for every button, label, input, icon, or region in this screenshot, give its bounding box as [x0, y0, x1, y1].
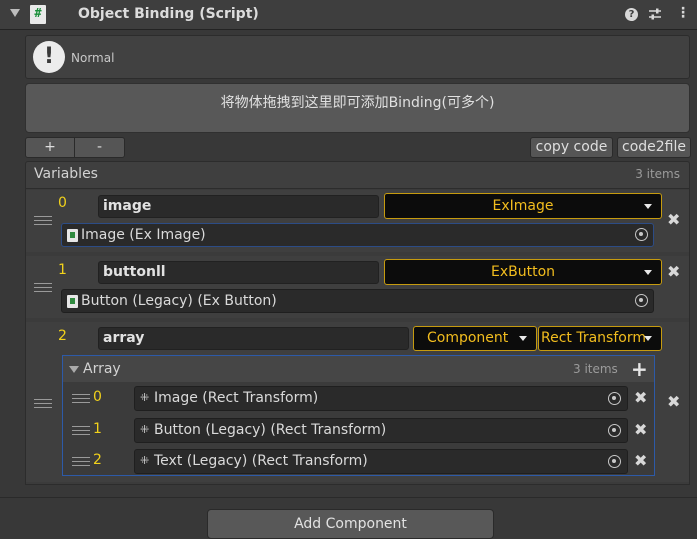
array-element-value: Button (Legacy) (Rect Transform) — [154, 422, 387, 438]
object-picker-icon[interactable] — [608, 392, 621, 405]
drag-handle-icon[interactable] — [72, 457, 90, 466]
script-asset-icon — [67, 229, 78, 242]
help-icon[interactable]: ? — [625, 8, 638, 21]
drag-handle-icon[interactable] — [72, 426, 90, 435]
remove-element-icon[interactable]: ✖ — [634, 451, 647, 470]
fold-arrow-icon[interactable] — [69, 366, 79, 373]
component-subtype-dropdown[interactable]: Rect Transform — [538, 326, 662, 351]
array-title: Array — [83, 361, 121, 377]
object-field-value: Image (Ex Image) — [81, 227, 206, 243]
drop-area[interactable]: 将物体拖拽到这里即可添加Binding(可多个) — [25, 83, 690, 133]
drag-handle-icon[interactable] — [72, 394, 90, 403]
array-element-field[interactable]: ⁜ Image (Rect Transform) — [134, 386, 628, 411]
component-header[interactable]: # Object Binding (Script) ? ⋮ — [0, 0, 697, 30]
component-type-dropdown[interactable]: Component — [413, 326, 537, 351]
add-binding-button[interactable]: + — [25, 137, 75, 158]
chevron-down-icon — [644, 204, 652, 209]
component-title: Object Binding (Script) — [78, 6, 259, 22]
item-index: 2 — [58, 328, 67, 344]
drop-area-text: 将物体拖拽到这里即可添加Binding(可多个) — [220, 95, 495, 111]
object-picker-icon[interactable] — [608, 424, 621, 437]
remove-element-icon[interactable]: ✖ — [634, 388, 647, 407]
chevron-down-icon — [519, 336, 527, 341]
array-element-field[interactable]: ⁜ Button (Legacy) (Rect Transform) — [134, 418, 628, 443]
rect-transform-icon: ⁜ — [140, 454, 150, 467]
object-picker-icon[interactable] — [608, 455, 621, 468]
variable-name-field[interactable]: image — [98, 195, 379, 218]
variables-header: Variables 3 items — [25, 161, 690, 188]
component-type-value: Component — [427, 330, 509, 346]
array-header[interactable]: Array 3 items + — [63, 356, 654, 382]
script-asset-icon — [67, 295, 78, 308]
array-element-index: 1 — [93, 421, 102, 437]
code2file-button[interactable]: code2file — [617, 137, 691, 158]
remove-binding-button[interactable]: - — [74, 137, 125, 158]
remove-item-icon[interactable]: ✖ — [667, 210, 680, 229]
array-panel: Array 3 items + 0 ⁜ Image (Rect Transfor… — [62, 355, 655, 476]
array-element-value: Text (Legacy) (Rect Transform) — [154, 453, 368, 469]
variable-name-field[interactable]: buttonll — [98, 261, 379, 284]
chevron-down-icon — [644, 270, 652, 275]
variables-count: 3 items — [635, 167, 680, 181]
add-array-element-icon[interactable]: + — [631, 357, 648, 381]
variable-name-field[interactable]: array — [98, 327, 409, 350]
item-index: 1 — [58, 262, 67, 278]
object-field-value: Button (Legacy) (Ex Button) — [81, 293, 277, 309]
divider — [0, 497, 697, 498]
variables-title: Variables — [34, 166, 98, 182]
object-field[interactable]: Button (Legacy) (Ex Button) — [61, 289, 654, 313]
fold-arrow-icon[interactable] — [10, 9, 20, 17]
type-dropdown-value: ExImage — [492, 198, 554, 214]
type-dropdown[interactable]: ExImage — [384, 193, 662, 219]
object-picker-icon[interactable] — [635, 228, 648, 241]
remove-item-icon[interactable]: ✖ — [667, 262, 680, 281]
preset-icon[interactable] — [648, 7, 662, 21]
component-subtype-value: Rect Transform — [541, 330, 646, 346]
drag-handle-icon[interactable] — [34, 216, 52, 225]
object-picker-icon[interactable] — [635, 294, 648, 307]
add-component-button[interactable]: Add Component — [207, 509, 494, 539]
drag-handle-icon[interactable] — [34, 399, 52, 408]
rect-transform-icon: ⁜ — [140, 423, 150, 436]
more-options-icon[interactable]: ⋮ — [676, 5, 690, 21]
array-element-field[interactable]: ⁜ Text (Legacy) (Rect Transform) — [134, 449, 628, 474]
drag-handle-icon[interactable] — [34, 283, 52, 292]
array-element-value: Image (Rect Transform) — [154, 390, 319, 406]
info-icon: ! — [33, 41, 65, 73]
array-count: 3 items — [573, 362, 618, 376]
array-element-index: 2 — [93, 452, 102, 468]
copy-code-button[interactable]: copy code — [530, 137, 613, 158]
rect-transform-icon: ⁜ — [140, 391, 150, 404]
object-field[interactable]: Image (Ex Image) — [61, 223, 654, 247]
chevron-down-icon — [644, 336, 652, 341]
type-dropdown-value: ExButton — [490, 264, 556, 280]
remove-element-icon[interactable]: ✖ — [634, 420, 647, 439]
info-box: ! Normal — [25, 35, 690, 79]
type-dropdown[interactable]: ExButton — [384, 259, 662, 285]
item-index: 0 — [58, 195, 67, 211]
array-element-index: 0 — [93, 389, 102, 405]
script-icon: # — [30, 5, 46, 24]
remove-item-icon[interactable]: ✖ — [667, 392, 680, 411]
info-text: Normal — [71, 51, 115, 65]
